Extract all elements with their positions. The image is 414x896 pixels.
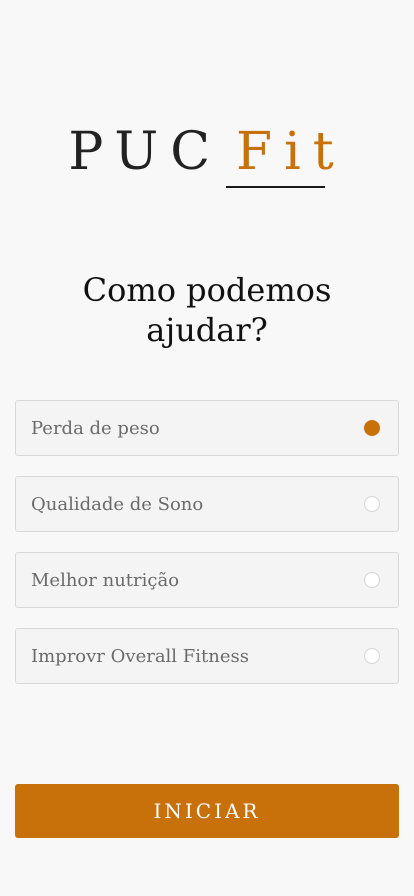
option-label: Perda de peso bbox=[31, 417, 160, 439]
option-perda-de-peso[interactable]: Perda de peso bbox=[15, 400, 399, 456]
app-logo: PUC Fit bbox=[0, 122, 414, 182]
page-title-line-1: Como podemos bbox=[82, 271, 332, 309]
page-title-line-2: ajudar? bbox=[146, 311, 268, 349]
goal-options-list: Perda de peso Qualidade de Sono Melhor n… bbox=[15, 400, 399, 704]
page-title: Como podemos ajudar? bbox=[0, 270, 414, 350]
logo-underline bbox=[226, 186, 325, 188]
option-melhor-nutricao[interactable]: Melhor nutrição bbox=[15, 552, 399, 608]
option-overall-fitness[interactable]: Improvr Overall Fitness bbox=[15, 628, 399, 684]
radio-unselected-icon[interactable] bbox=[364, 572, 380, 588]
logo-text-puc: PUC bbox=[68, 122, 223, 182]
option-label: Qualidade de Sono bbox=[31, 493, 204, 515]
radio-unselected-icon[interactable] bbox=[364, 648, 380, 664]
radio-selected-icon[interactable] bbox=[364, 420, 380, 436]
radio-unselected-icon[interactable] bbox=[364, 496, 380, 512]
start-button[interactable]: INICIAR bbox=[15, 784, 399, 838]
status-bar bbox=[0, 0, 414, 44]
option-label: Melhor nutrição bbox=[31, 569, 180, 591]
option-label: Improvr Overall Fitness bbox=[31, 645, 249, 667]
logo-text-fit: Fit bbox=[236, 122, 346, 182]
option-qualidade-de-sono[interactable]: Qualidade de Sono bbox=[15, 476, 399, 532]
